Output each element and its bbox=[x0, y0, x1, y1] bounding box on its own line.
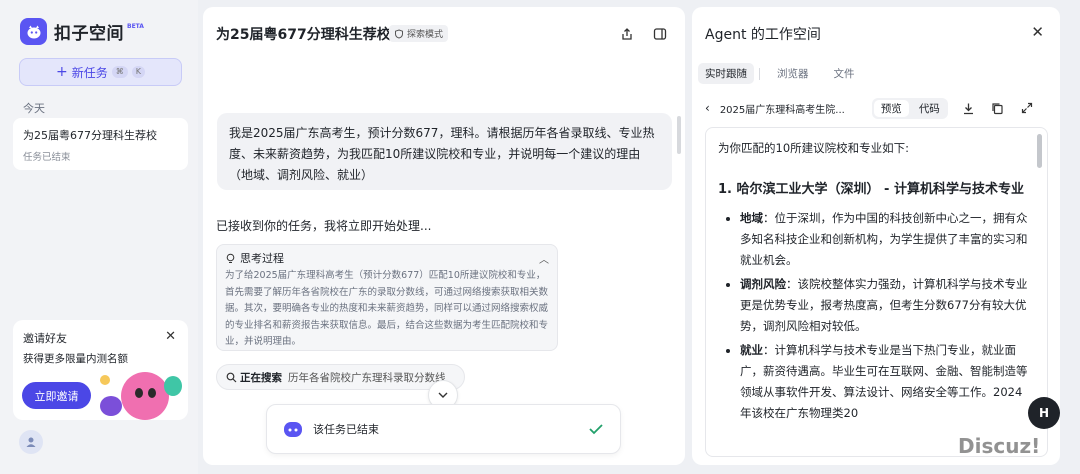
expand-icon[interactable] bbox=[1021, 102, 1033, 114]
shortcut-cmd: ⌘ bbox=[111, 66, 128, 78]
invite-card: 邀请好友 获得更多限量内测名额 ✕ 立即邀请 bbox=[13, 320, 188, 420]
chevron-down-icon bbox=[438, 392, 448, 398]
close-icon[interactable]: ✕ bbox=[1031, 23, 1044, 41]
agent-title: Agent 的工作空间 bbox=[705, 27, 821, 43]
chat-panel: 为25届粤677分理科生荐校 探索模式 我是2025届广东高考生，预计分数677… bbox=[203, 7, 685, 465]
mode-tag-label: 探索模式 bbox=[407, 30, 444, 40]
chevron-up-icon[interactable]: ︿ bbox=[539, 251, 549, 266]
workspace-tabs: 实时跟随 浏览器 文件 bbox=[698, 63, 873, 84]
thinking-block: 思考过程 ︿ 为了给2025届广东理科高考生（预计分数677）匹配10所建议院校… bbox=[216, 244, 558, 351]
task-title: 为25届粤677分理科生荐校 bbox=[23, 129, 157, 142]
searching-chip[interactable]: 正在搜索 历年各省院校广东理科录取分数线 bbox=[216, 364, 465, 390]
brand-name: 扣子空间 bbox=[54, 24, 124, 44]
doc-item-key: 就业 bbox=[740, 343, 763, 357]
plus-icon: + bbox=[56, 64, 68, 80]
copy-icon[interactable] bbox=[991, 102, 1004, 115]
doc-list: 地域：位于深圳，作为中国的科技创新中心之一，拥有众多知名科技企业和创新机构，为学… bbox=[718, 208, 1029, 424]
logo-icon bbox=[20, 18, 47, 45]
thinking-header[interactable]: 思考过程 ︿ bbox=[225, 250, 549, 266]
search-icon bbox=[226, 372, 237, 382]
doc-item-region: 地域：位于深圳，作为中国的科技创新中心之一，拥有众多知名科技企业和创新机构，为学… bbox=[740, 208, 1029, 271]
view-mode-switch: 预览 代码 bbox=[871, 97, 948, 119]
doc-item-employment: 就业：计算机科学与技术专业是当下热门专业，就业面广，薪资待遇高。毕业生可在互联网… bbox=[740, 340, 1029, 424]
toggle-panel-icon[interactable] bbox=[653, 26, 667, 45]
beta-badge: BETA bbox=[127, 23, 144, 30]
thinking-body: 为了给2025届广东理科高考生（预计分数677）匹配10所建议院校和专业，首先需… bbox=[225, 270, 549, 347]
new-task-label: 新任务 bbox=[71, 65, 108, 80]
chat-title: 为25届粤677分理科生荐校 bbox=[216, 27, 391, 43]
thinking-label: 思考过程 bbox=[240, 252, 284, 265]
tab-browser[interactable]: 浏览器 bbox=[770, 63, 816, 84]
sidebar: 扣子空间 BETA + 新任务 ⌘ K 今天 为25届粤677分理科生荐校 任务… bbox=[0, 0, 198, 474]
agent-workspace: Agent 的工作空间 ✕ 实时跟随 浏览器 文件 ‹ 2025届广东理科高考生… bbox=[692, 7, 1060, 465]
user-message: 我是2025届广东高考生，预计分数677，理科。请根据历年各省录取线、专业热度、… bbox=[217, 113, 672, 190]
code-tab[interactable]: 代码 bbox=[911, 98, 948, 119]
watermark: Discuz! bbox=[958, 434, 1041, 458]
assistant-reply: 已接收到你的任务，我将立即开始处理... bbox=[216, 219, 432, 233]
task-ended-bar: 该任务已结束 bbox=[266, 404, 621, 454]
invite-button[interactable]: 立即邀请 bbox=[22, 382, 91, 409]
doc-item-key: 调剂风险 bbox=[740, 277, 786, 291]
new-task-button[interactable]: + 新任务 ⌘ K bbox=[19, 58, 182, 86]
doc-item-key: 地域 bbox=[740, 211, 763, 225]
floating-assistant-button[interactable]: H bbox=[1028, 397, 1060, 429]
task-ended-text: 该任务已结束 bbox=[313, 423, 379, 436]
lightbulb-icon bbox=[226, 253, 235, 263]
doc-intro: 为你匹配的10所建议院校和专业如下: bbox=[718, 141, 910, 155]
preview-tab[interactable]: 预览 bbox=[873, 99, 909, 117]
bot-icon bbox=[284, 422, 302, 437]
searching-label: 正在搜索 bbox=[240, 371, 282, 384]
doc-item-text: ：位于深圳，作为中国的科技创新中心之一，拥有众多知名科技企业和创新机构，为学生提… bbox=[740, 211, 1028, 267]
tab-divider bbox=[759, 68, 760, 80]
doc-heading: 1. 哈尔滨工业大学（深圳） - 计算机科学与技术专业 bbox=[718, 182, 1024, 197]
explore-mode-tag: 探索模式 bbox=[389, 25, 449, 42]
chevron-left-icon[interactable]: ‹ bbox=[705, 101, 710, 115]
document-preview: 为你匹配的10所建议院校和专业如下: 1. 哈尔滨工业大学（深圳） - 计算机科… bbox=[705, 127, 1048, 457]
task-item[interactable]: 为25届粤677分理科生荐校 任务已结束 bbox=[13, 118, 188, 170]
mascot-illustration bbox=[100, 372, 182, 420]
download-icon[interactable] bbox=[962, 102, 975, 115]
search-query: 历年各省院校广东理科录取分数线 bbox=[288, 371, 446, 384]
invite-title: 邀请好友 bbox=[23, 332, 67, 345]
doc-scrollbar[interactable] bbox=[1037, 134, 1042, 168]
shield-icon bbox=[395, 28, 403, 39]
doc-item-text: ：计算机科学与技术专业是当下热门专业，就业面广，薪资待遇高。毕业生可在互联网、金… bbox=[740, 343, 1028, 420]
share-icon[interactable] bbox=[620, 26, 634, 45]
file-name: 2025届广东理科高考生院... bbox=[719, 104, 845, 116]
task-status: 任务已结束 bbox=[23, 152, 71, 163]
file-toolbar: ‹ 2025届广东理科高考生院... 预览 代码 bbox=[705, 97, 1050, 119]
tab-files[interactable]: 文件 bbox=[827, 63, 862, 84]
user-icon bbox=[26, 437, 36, 447]
user-avatar[interactable] bbox=[19, 430, 43, 454]
doc-item-adjust-risk: 调剂风险：该院校整体实力强劲，计算机科学与技术专业更是优势专业，报考热度高，但考… bbox=[740, 274, 1029, 337]
invite-close-icon[interactable]: ✕ bbox=[165, 329, 176, 344]
shortcut-k: K bbox=[131, 66, 145, 78]
section-today: 今天 bbox=[23, 102, 45, 115]
tab-live-follow[interactable]: 实时跟随 bbox=[698, 63, 754, 84]
check-icon bbox=[589, 424, 603, 435]
brand-logo[interactable]: 扣子空间 BETA bbox=[20, 18, 144, 45]
chat-scrollbar[interactable] bbox=[677, 116, 681, 154]
